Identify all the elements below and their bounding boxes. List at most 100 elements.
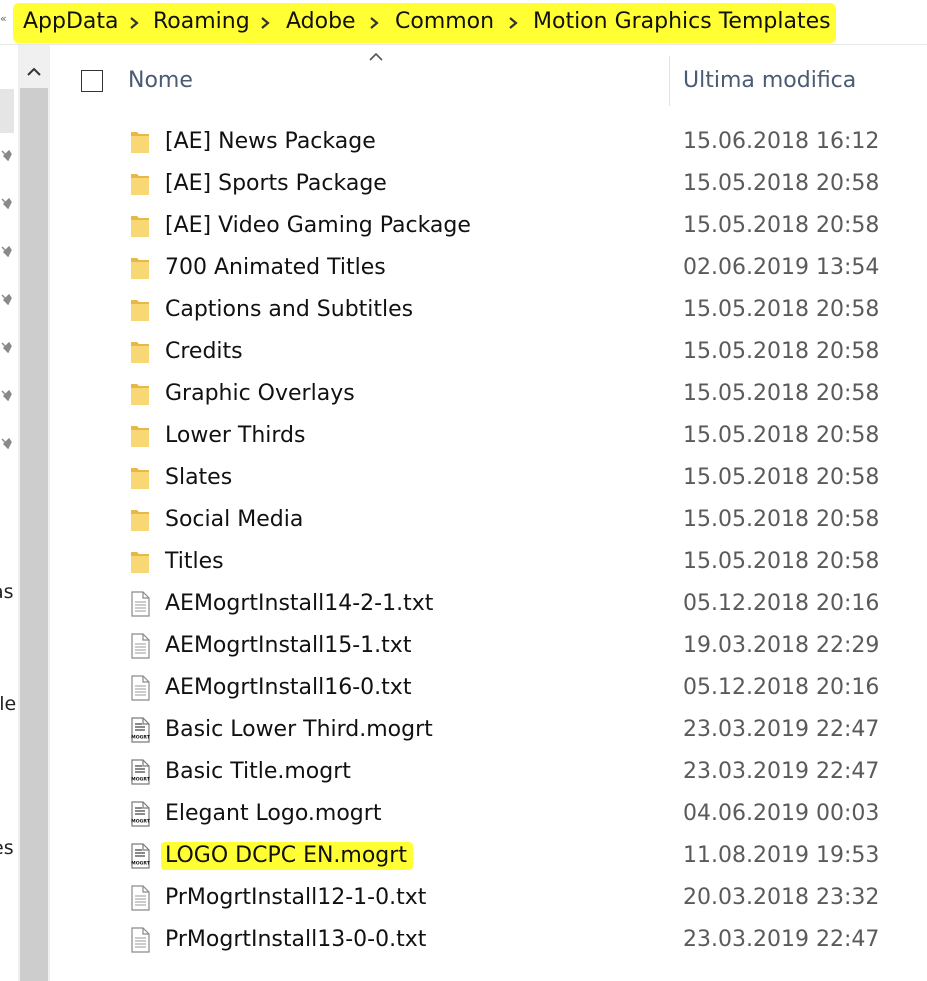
file-row[interactable]: [AE] Video Gaming Package 15.05.2018 20:5…	[0, 205, 927, 247]
folder-icon	[128, 423, 152, 449]
breadcrumb-item-adobe[interactable]: Adobe	[286, 8, 356, 36]
file-name: Basic Lower Third.mogrt	[165, 717, 433, 742]
file-row[interactable]: Captions and Subtitles 15.05.2018 20:58	[0, 289, 927, 331]
file-modified-date: 15.05.2018 20:58	[683, 213, 880, 238]
chevron-up-icon	[27, 67, 41, 76]
breadcrumb-item-appdata[interactable]: AppData	[23, 8, 119, 36]
file-row[interactable]: AEMogrtInstall16-0.txt 05.12.2018 20:16	[0, 667, 927, 709]
file-modified-date: 15.05.2018 20:58	[683, 465, 880, 490]
file-name: PrMogrtInstall12-1-0.txt	[165, 885, 427, 910]
column-header-modified[interactable]: Ultima modifica	[683, 68, 856, 93]
file-row[interactable]: PrMogrtInstall13-0-0.txt 23.03.2019 22:47	[0, 919, 927, 961]
file-name: Elegant Logo.mogrt	[165, 801, 382, 826]
file-modified-date: 15.06.2018 16:12	[683, 129, 880, 154]
text-file-icon	[128, 675, 152, 701]
folder-icon	[128, 171, 152, 197]
file-modified-date: 15.05.2018 20:58	[683, 423, 880, 448]
folder-icon	[128, 297, 152, 323]
file-modified-date: 05.12.2018 20:16	[683, 675, 880, 700]
file-row[interactable]: MOGRT Basic Title.mogrt 23.03.2019 22:47	[0, 751, 927, 793]
file-modified-date: 05.12.2018 20:16	[683, 591, 880, 616]
file-row[interactable]: MOGRT LOGO DCPC EN.mogrt 11.08.2019 19:53	[0, 835, 927, 877]
column-divider[interactable]	[669, 56, 670, 106]
file-modified-date: 15.05.2018 20:58	[683, 549, 880, 574]
file-row[interactable]: Slates 15.05.2018 20:58	[0, 457, 927, 499]
file-row[interactable]: MOGRT Basic Lower Third.mogrt 23.03.2019 2…	[0, 709, 927, 751]
text-file-icon	[128, 927, 152, 953]
chevron-right-icon[interactable]	[259, 17, 271, 29]
file-row[interactable]: [AE] News Package 15.06.2018 16:12	[0, 121, 927, 163]
file-name: AEMogrtInstall15-1.txt	[165, 633, 412, 658]
file-modified-date: 23.03.2019 22:47	[683, 759, 880, 784]
file-list: [AE] News Package 15.06.2018 16:12 [AE] Sp…	[0, 121, 927, 961]
file-modified-date: 15.05.2018 20:58	[683, 507, 880, 532]
folder-icon	[128, 465, 152, 491]
file-modified-date: 02.06.2019 13:54	[683, 255, 880, 280]
chevron-right-icon[interactable]	[368, 17, 380, 29]
file-row[interactable]: AEMogrtInstall14-2-1.txt 05.12.2018 20:16	[0, 583, 927, 625]
file-name: Social Media	[165, 507, 304, 532]
address-breadcrumb: « AppData Roaming Adobe Common Motion Gr…	[0, 0, 927, 45]
file-modified-date: 19.03.2018 22:29	[683, 633, 880, 658]
mogrt-file-icon: MOGRT	[128, 843, 152, 869]
file-row[interactable]: [AE] Sports Package 15.05.2018 20:58	[0, 163, 927, 205]
file-row[interactable]: Titles 15.05.2018 20:58	[0, 541, 927, 583]
select-all-checkbox[interactable]	[81, 70, 103, 92]
file-name: AEMogrtInstall16-0.txt	[165, 675, 412, 700]
svg-text:MOGRT: MOGRT	[131, 819, 151, 825]
file-name: Credits	[165, 339, 243, 364]
file-modified-date: 23.03.2019 22:47	[683, 717, 880, 742]
svg-text:MOGRT: MOGRT	[131, 861, 151, 867]
file-name: [AE] Video Gaming Package	[165, 213, 471, 238]
file-modified-date: 15.05.2018 20:58	[683, 171, 880, 196]
folder-icon	[128, 213, 152, 239]
file-row[interactable]: 700 Animated Titles 02.06.2019 13:54	[0, 247, 927, 289]
svg-text:MOGRT: MOGRT	[131, 735, 151, 741]
file-row[interactable]: Credits 15.05.2018 20:58	[0, 331, 927, 373]
folder-icon	[128, 381, 152, 407]
file-name: Captions and Subtitles	[165, 297, 414, 322]
text-file-icon	[128, 591, 152, 617]
mogrt-file-icon: MOGRT	[128, 717, 152, 743]
file-name: Lower Thirds	[165, 423, 306, 448]
text-file-icon	[128, 885, 152, 911]
breadcrumb-item-motion-graphics-templates[interactable]: Motion Graphics Templates	[533, 8, 831, 36]
breadcrumb-item-common[interactable]: Common	[395, 8, 494, 36]
file-row[interactable]: PrMogrtInstall12-1-0.txt 20.03.2018 23:32	[0, 877, 927, 919]
file-name: Titles	[165, 549, 224, 574]
file-modified-date: 15.05.2018 20:58	[683, 381, 880, 406]
file-name: 700 Animated Titles	[165, 255, 386, 280]
file-name: AEMogrtInstall14-2-1.txt	[165, 591, 434, 616]
file-row[interactable]: AEMogrtInstall15-1.txt 19.03.2018 22:29	[0, 625, 927, 667]
collapse-nav-icon[interactable]: «	[0, 12, 7, 25]
file-name: PrMogrtInstall13-0-0.txt	[165, 927, 427, 952]
file-modified-date: 20.03.2018 23:32	[683, 885, 880, 910]
file-modified-date: 15.05.2018 20:58	[683, 297, 880, 322]
file-row[interactable]: MOGRT Elegant Logo.mogrt 04.06.2019 00:03	[0, 793, 927, 835]
folder-icon	[128, 129, 152, 155]
svg-text:MOGRT: MOGRT	[131, 777, 151, 783]
scroll-up-button[interactable]	[18, 55, 50, 89]
mogrt-file-icon: MOGRT	[128, 759, 152, 785]
file-name: [AE] Sports Package	[165, 171, 387, 196]
folder-icon	[128, 255, 152, 281]
folder-icon	[128, 549, 152, 575]
breadcrumb-item-roaming[interactable]: Roaming	[153, 8, 250, 36]
file-name: LOGO DCPC EN.mogrt	[161, 842, 413, 870]
mogrt-file-icon: MOGRT	[128, 801, 152, 827]
file-modified-date: 15.05.2018 20:58	[683, 339, 880, 364]
file-row[interactable]: Lower Thirds 15.05.2018 20:58	[0, 415, 927, 457]
file-row[interactable]: Graphic Overlays 15.05.2018 20:58	[0, 373, 927, 415]
chevron-right-icon[interactable]	[507, 17, 519, 29]
folder-icon	[128, 339, 152, 365]
chevron-right-icon[interactable]	[128, 17, 140, 29]
file-name: Basic Title.mogrt	[165, 759, 351, 784]
column-header-name[interactable]: Nome	[128, 68, 193, 93]
file-row[interactable]: Social Media 15.05.2018 20:58	[0, 499, 927, 541]
sort-ascending-icon	[369, 52, 383, 61]
folder-icon	[128, 507, 152, 533]
file-name: Slates	[165, 465, 233, 490]
file-modified-date: 23.03.2019 22:47	[683, 927, 880, 952]
text-file-icon	[128, 633, 152, 659]
file-name: Graphic Overlays	[165, 381, 355, 406]
